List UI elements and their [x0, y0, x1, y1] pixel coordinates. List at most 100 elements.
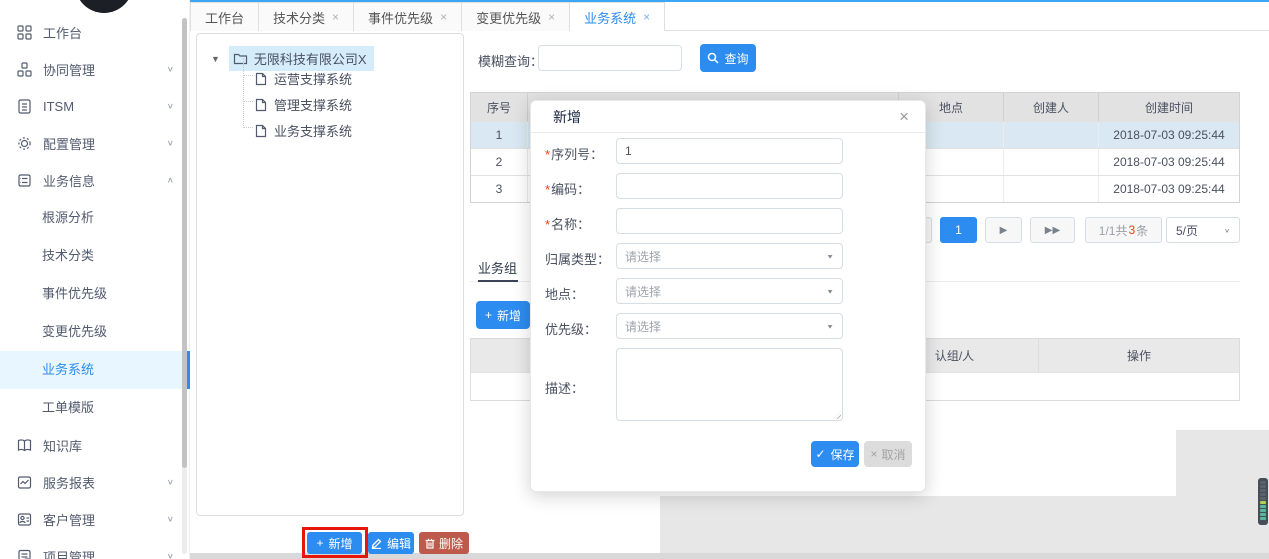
fuzzy-query-label: 模糊查询：	[478, 51, 543, 70]
sidebar-item-label: 客户管理	[43, 510, 95, 529]
sidebar-item-label: 配置管理	[43, 134, 95, 153]
tree-node-management-support[interactable]: 管理支撑系统	[255, 95, 352, 114]
form-row-description: 描述：	[531, 348, 925, 421]
trash-icon	[425, 538, 435, 549]
sidebar-item-label: ITSM	[43, 99, 74, 114]
tab-label: 工作台	[205, 8, 244, 27]
column-header-seq: 序号	[471, 93, 528, 121]
sidebar-item-label: 业务信息	[43, 171, 95, 190]
tab-label: 业务系统	[584, 8, 636, 27]
tab-incident-priority[interactable]: 事件优先级 ×	[354, 2, 462, 31]
chevron-up-icon: ∧	[167, 176, 174, 185]
page-size-select[interactable]: 5/页 ∨	[1166, 217, 1240, 243]
field-label: 描述：	[545, 378, 584, 397]
query-button[interactable]: 查询	[700, 44, 756, 72]
form-row-code: *编码：	[531, 173, 925, 199]
select-arrow-icon: ▼	[826, 288, 834, 295]
edit-button[interactable]: 编辑	[368, 532, 414, 554]
field-label: 地点：	[545, 284, 584, 303]
type-select[interactable]: 请选择 ▼	[616, 243, 843, 269]
sidebar-item-label: 协同管理	[43, 60, 95, 79]
document-icon	[16, 99, 32, 115]
tab-tech-category[interactable]: 技术分类 ×	[259, 2, 354, 31]
tree-node-operation-support[interactable]: 运营支撑系统	[255, 69, 352, 88]
priority-select[interactable]: 请选择 ▼	[616, 313, 843, 339]
app-window: 工作台 协同管理 ∨ ITSM ∨ 配置管理	[0, 0, 1269, 559]
plus-icon: +	[485, 308, 492, 322]
pagination-last-button[interactable]: ▶▶	[1030, 217, 1075, 243]
sidebar-item-ticket-template[interactable]: 工单模版	[0, 389, 190, 427]
chevron-down-icon: ∨	[1224, 227, 1230, 234]
pencil-icon	[371, 538, 382, 549]
sidebar-item-label: 项目管理	[43, 547, 95, 559]
chevron-down-icon: ∨	[167, 515, 174, 524]
sidebar-item-itsm[interactable]: ITSM ∨	[0, 88, 190, 125]
edge-meter-widget	[1258, 478, 1268, 525]
field-label: 归属类型：	[545, 249, 610, 268]
chevron-down-icon: ∨	[167, 139, 174, 148]
required-mark: *	[545, 217, 550, 232]
required-mark: *	[545, 182, 550, 197]
tree-node-label: 管理支撑系统	[274, 95, 352, 114]
tab-change-priority[interactable]: 变更优先级 ×	[462, 2, 570, 31]
sidebar-item-incident-priority[interactable]: 事件优先级	[0, 275, 190, 313]
tree-root-node[interactable]: ▼ 无限科技有限公司X	[211, 46, 374, 71]
caret-down-icon[interactable]: ▼	[211, 54, 220, 64]
group-add-button[interactable]: + 新增	[476, 301, 530, 329]
location-select[interactable]: 请选择 ▼	[616, 278, 843, 304]
sidebar-item-configuration[interactable]: 配置管理 ∨	[0, 125, 190, 162]
description-textarea[interactable]	[616, 348, 843, 421]
name-input[interactable]	[616, 208, 843, 234]
sidebar-item-business-info[interactable]: 业务信息 ∧	[0, 162, 190, 199]
sequence-number-input[interactable]	[616, 138, 843, 164]
sidebar-item-customer-management[interactable]: 客户管理 ∨	[0, 501, 190, 538]
pagination-next-button[interactable]: ▶	[985, 217, 1022, 243]
app-logo	[75, 0, 133, 13]
tab-label: 技术分类	[273, 8, 325, 27]
sidebar-item-tech-category[interactable]: 技术分类	[0, 237, 190, 275]
delete-button[interactable]: 删除	[419, 532, 469, 554]
sidebar-item-change-priority[interactable]: 变更优先级	[0, 313, 190, 351]
close-icon[interactable]: ×	[548, 10, 555, 24]
chart-icon	[16, 475, 32, 491]
plus-icon: +	[316, 536, 323, 550]
check-icon: ✓	[815, 447, 825, 461]
sidebar-item-project-management[interactable]: 项目管理 ∨	[0, 538, 190, 559]
tab-label: 事件优先级	[368, 8, 433, 27]
tree-root-label: 无限科技有限公司X	[254, 49, 367, 68]
field-label: 名称：	[551, 217, 590, 232]
sidebar-item-knowledge-base[interactable]: 知识库	[0, 427, 190, 464]
tree-node-business-support[interactable]: 业务支撑系统	[255, 121, 352, 140]
tab-label: 变更优先级	[476, 8, 541, 27]
close-icon: ×	[870, 447, 877, 461]
tree-guide-line	[243, 58, 253, 128]
search-icon	[707, 52, 719, 64]
close-icon[interactable]: ×	[899, 108, 909, 125]
sidebar-item-collaboration[interactable]: 协同管理 ∨	[0, 51, 190, 88]
close-icon[interactable]: ×	[332, 10, 339, 24]
add-button[interactable]: + 新增	[307, 532, 362, 554]
tab-workbench[interactable]: 工作台	[190, 2, 259, 31]
tab-business-group[interactable]: 业务组	[478, 258, 517, 277]
sidebar-item-root-cause[interactable]: 根源分析	[0, 199, 190, 237]
code-input[interactable]	[616, 173, 843, 199]
sidebar-scrollbar[interactable]	[182, 18, 187, 468]
sidebar-item-workbench[interactable]: 工作台	[0, 14, 190, 51]
sidebar-item-label: 工作台	[43, 23, 82, 42]
file-icon	[255, 72, 267, 86]
cancel-button[interactable]: × 取消	[864, 441, 912, 467]
close-icon[interactable]: ×	[440, 10, 447, 24]
pagination-page-1[interactable]: 1	[940, 217, 977, 243]
tab-business-system[interactable]: 业务系统 ×	[570, 2, 665, 31]
fuzzy-query-input[interactable]	[538, 45, 682, 71]
required-mark: *	[545, 147, 550, 162]
sidebar-item-business-system[interactable]: 业务系统	[0, 351, 190, 389]
save-button[interactable]: ✓ 保存	[811, 441, 859, 467]
close-icon[interactable]: ×	[643, 10, 650, 24]
tree-node-label: 运营支撑系统	[274, 69, 352, 88]
column-header-creator: 创建人	[1004, 93, 1099, 121]
file-icon	[255, 124, 267, 138]
add-dialog: 新增 × *序列号： *编码： *名称： 归属类型： 请选择 ▼ 地点： 请选择	[530, 100, 926, 492]
book-icon	[16, 438, 32, 454]
sidebar-item-service-report[interactable]: 服务报表 ∨	[0, 464, 190, 501]
